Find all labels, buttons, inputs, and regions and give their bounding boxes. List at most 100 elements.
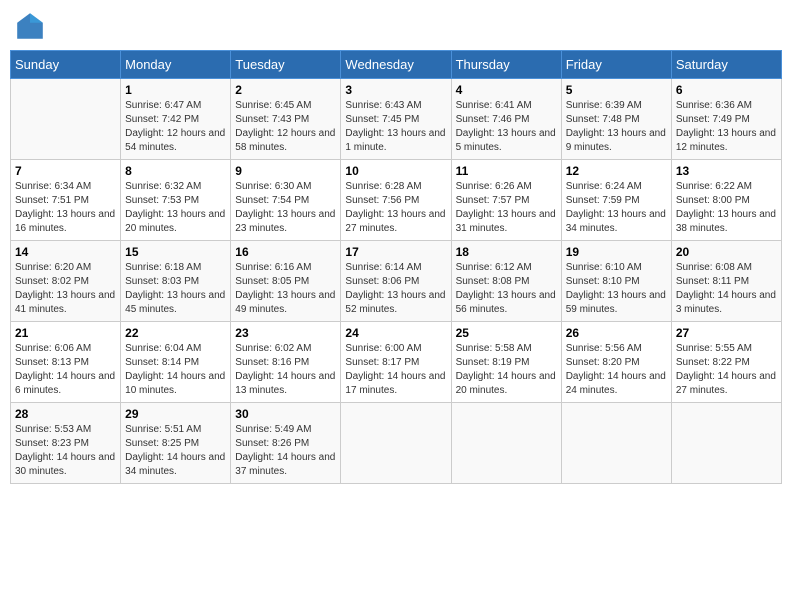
calendar-week-row: 28 Sunrise: 5:53 AM Sunset: 8:23 PM Dayli… xyxy=(11,403,782,484)
calendar-week-row: 1 Sunrise: 6:47 AM Sunset: 7:42 PM Daylig… xyxy=(11,79,782,160)
day-of-week-header: Sunday xyxy=(11,51,121,79)
day-info: Sunrise: 5:56 AM Sunset: 8:20 PM Dayligh… xyxy=(566,342,667,398)
calendar-cell: 7 Sunrise: 6:34 AM Sunset: 7:51 PM Daylig… xyxy=(11,160,121,241)
calendar-cell: 9 Sunrise: 6:30 AM Sunset: 7:54 PM Daylig… xyxy=(231,160,341,241)
day-info: Sunrise: 6:36 AM Sunset: 7:49 PM Dayligh… xyxy=(676,99,777,155)
day-number: 16 xyxy=(235,245,336,259)
calendar-cell: 19 Sunrise: 6:10 AM Sunset: 8:10 PM Dayli… xyxy=(561,241,671,322)
calendar-week-row: 14Sunrise: 6:20 AM Sunset: 8:02 PM Dayli… xyxy=(11,241,782,322)
day-info: Sunrise: 6:41 AM Sunset: 7:46 PM Dayligh… xyxy=(456,99,557,155)
day-info: Sunrise: 5:58 AM Sunset: 8:19 PM Dayligh… xyxy=(456,342,557,398)
day-info: Sunrise: 6:20 AM Sunset: 8:02 PM Dayligh… xyxy=(15,261,116,317)
day-info: Sunrise: 6:12 AM Sunset: 8:08 PM Dayligh… xyxy=(456,261,557,317)
day-number: 25 xyxy=(456,326,557,340)
day-number: 5 xyxy=(566,83,667,97)
day-info: Sunrise: 6:32 AM Sunset: 7:53 PM Dayligh… xyxy=(125,180,226,236)
logo-icon xyxy=(14,10,46,42)
calendar-cell: 1 Sunrise: 6:47 AM Sunset: 7:42 PM Daylig… xyxy=(121,79,231,160)
day-number: 7 xyxy=(15,164,116,178)
day-info: Sunrise: 6:39 AM Sunset: 7:48 PM Dayligh… xyxy=(566,99,667,155)
day-of-week-header: Thursday xyxy=(451,51,561,79)
calendar-cell: 30Sunrise: 5:49 AM Sunset: 8:26 PM Dayli… xyxy=(231,403,341,484)
day-info: Sunrise: 6:26 AM Sunset: 7:57 PM Dayligh… xyxy=(456,180,557,236)
day-info: Sunrise: 5:51 AM Sunset: 8:25 PM Dayligh… xyxy=(125,423,226,479)
day-info: Sunrise: 6:34 AM Sunset: 7:51 PM Dayligh… xyxy=(15,180,116,236)
day-number: 28 xyxy=(15,407,116,421)
calendar-cell: 8 Sunrise: 6:32 AM Sunset: 7:53 PM Daylig… xyxy=(121,160,231,241)
calendar-cell: 15Sunrise: 6:18 AM Sunset: 8:03 PM Dayli… xyxy=(121,241,231,322)
day-number: 11 xyxy=(456,164,557,178)
day-number: 23 xyxy=(235,326,336,340)
day-info: Sunrise: 6:30 AM Sunset: 7:54 PM Dayligh… xyxy=(235,180,336,236)
day-of-week-header: Wednesday xyxy=(341,51,451,79)
day-number: 26 xyxy=(566,326,667,340)
calendar-cell xyxy=(671,403,781,484)
day-number: 13 xyxy=(676,164,777,178)
day-number: 9 xyxy=(235,164,336,178)
calendar-cell: 2 Sunrise: 6:45 AM Sunset: 7:43 PM Daylig… xyxy=(231,79,341,160)
day-info: Sunrise: 6:00 AM Sunset: 8:17 PM Dayligh… xyxy=(345,342,446,398)
calendar-cell: 28 Sunrise: 5:53 AM Sunset: 8:23 PM Dayli… xyxy=(11,403,121,484)
day-info: Sunrise: 6:06 AM Sunset: 8:13 PM Dayligh… xyxy=(15,342,116,398)
calendar-cell: 22 Sunrise: 6:04 AM Sunset: 8:14 PM Dayli… xyxy=(121,322,231,403)
calendar-cell: 10 Sunrise: 6:28 AM Sunset: 7:56 PM Dayli… xyxy=(341,160,451,241)
day-info: Sunrise: 5:53 AM Sunset: 8:23 PM Dayligh… xyxy=(15,423,116,479)
day-number: 20 xyxy=(676,245,777,259)
day-info: Sunrise: 5:55 AM Sunset: 8:22 PM Dayligh… xyxy=(676,342,777,398)
day-number: 3 xyxy=(345,83,446,97)
day-number: 2 xyxy=(235,83,336,97)
calendar-cell: 26 Sunrise: 5:56 AM Sunset: 8:20 PM Dayli… xyxy=(561,322,671,403)
day-info: Sunrise: 6:45 AM Sunset: 7:43 PM Dayligh… xyxy=(235,99,336,155)
calendar-cell: 14Sunrise: 6:20 AM Sunset: 8:02 PM Dayli… xyxy=(11,241,121,322)
calendar-table: SundayMondayTuesdayWednesdayThursdayFrid… xyxy=(10,50,782,484)
day-number: 19 xyxy=(566,245,667,259)
day-of-week-header: Friday xyxy=(561,51,671,79)
page-header xyxy=(10,10,782,42)
calendar-cell: 29Sunrise: 5:51 AM Sunset: 8:25 PM Dayli… xyxy=(121,403,231,484)
calendar-cell xyxy=(451,403,561,484)
day-info: Sunrise: 6:02 AM Sunset: 8:16 PM Dayligh… xyxy=(235,342,336,398)
calendar-cell: 16 Sunrise: 6:16 AM Sunset: 8:05 PM Dayli… xyxy=(231,241,341,322)
day-number: 12 xyxy=(566,164,667,178)
calendar-cell: 20 Sunrise: 6:08 AM Sunset: 8:11 PM Dayli… xyxy=(671,241,781,322)
day-number: 24 xyxy=(345,326,446,340)
calendar-cell: 13 Sunrise: 6:22 AM Sunset: 8:00 PM Dayli… xyxy=(671,160,781,241)
calendar-cell: 17 Sunrise: 6:14 AM Sunset: 8:06 PM Dayli… xyxy=(341,241,451,322)
calendar-cell: 18 Sunrise: 6:12 AM Sunset: 8:08 PM Dayli… xyxy=(451,241,561,322)
day-of-week-header: Saturday xyxy=(671,51,781,79)
day-info: Sunrise: 6:24 AM Sunset: 7:59 PM Dayligh… xyxy=(566,180,667,236)
calendar-week-row: 7 Sunrise: 6:34 AM Sunset: 7:51 PM Daylig… xyxy=(11,160,782,241)
day-info: Sunrise: 6:04 AM Sunset: 8:14 PM Dayligh… xyxy=(125,342,226,398)
calendar-cell: 25 Sunrise: 5:58 AM Sunset: 8:19 PM Dayli… xyxy=(451,322,561,403)
calendar-cell xyxy=(341,403,451,484)
calendar-cell: 24 Sunrise: 6:00 AM Sunset: 8:17 PM Dayli… xyxy=(341,322,451,403)
day-info: Sunrise: 6:47 AM Sunset: 7:42 PM Dayligh… xyxy=(125,99,226,155)
calendar-cell xyxy=(561,403,671,484)
day-number: 4 xyxy=(456,83,557,97)
day-number: 22 xyxy=(125,326,226,340)
calendar-cell: 27 Sunrise: 5:55 AM Sunset: 8:22 PM Dayli… xyxy=(671,322,781,403)
calendar-cell: 21Sunrise: 6:06 AM Sunset: 8:13 PM Dayli… xyxy=(11,322,121,403)
day-info: Sunrise: 6:16 AM Sunset: 8:05 PM Dayligh… xyxy=(235,261,336,317)
day-number: 6 xyxy=(676,83,777,97)
day-number: 18 xyxy=(456,245,557,259)
calendar-week-row: 21Sunrise: 6:06 AM Sunset: 8:13 PM Dayli… xyxy=(11,322,782,403)
day-info: Sunrise: 6:14 AM Sunset: 8:06 PM Dayligh… xyxy=(345,261,446,317)
day-number: 15 xyxy=(125,245,226,259)
day-number: 8 xyxy=(125,164,226,178)
day-info: Sunrise: 6:08 AM Sunset: 8:11 PM Dayligh… xyxy=(676,261,777,317)
day-number: 1 xyxy=(125,83,226,97)
calendar-cell: 11 Sunrise: 6:26 AM Sunset: 7:57 PM Dayli… xyxy=(451,160,561,241)
day-info: Sunrise: 5:49 AM Sunset: 8:26 PM Dayligh… xyxy=(235,423,336,479)
day-info: Sunrise: 6:22 AM Sunset: 8:00 PM Dayligh… xyxy=(676,180,777,236)
day-of-week-header: Monday xyxy=(121,51,231,79)
day-number: 10 xyxy=(345,164,446,178)
day-info: Sunrise: 6:10 AM Sunset: 8:10 PM Dayligh… xyxy=(566,261,667,317)
day-number: 27 xyxy=(676,326,777,340)
day-of-week-header: Tuesday xyxy=(231,51,341,79)
calendar-cell: 4 Sunrise: 6:41 AM Sunset: 7:46 PM Daylig… xyxy=(451,79,561,160)
calendar-cell: 3Sunrise: 6:43 AM Sunset: 7:45 PM Daylig… xyxy=(341,79,451,160)
calendar-cell: 5 Sunrise: 6:39 AM Sunset: 7:48 PM Daylig… xyxy=(561,79,671,160)
day-info: Sunrise: 6:28 AM Sunset: 7:56 PM Dayligh… xyxy=(345,180,446,236)
day-number: 17 xyxy=(345,245,446,259)
